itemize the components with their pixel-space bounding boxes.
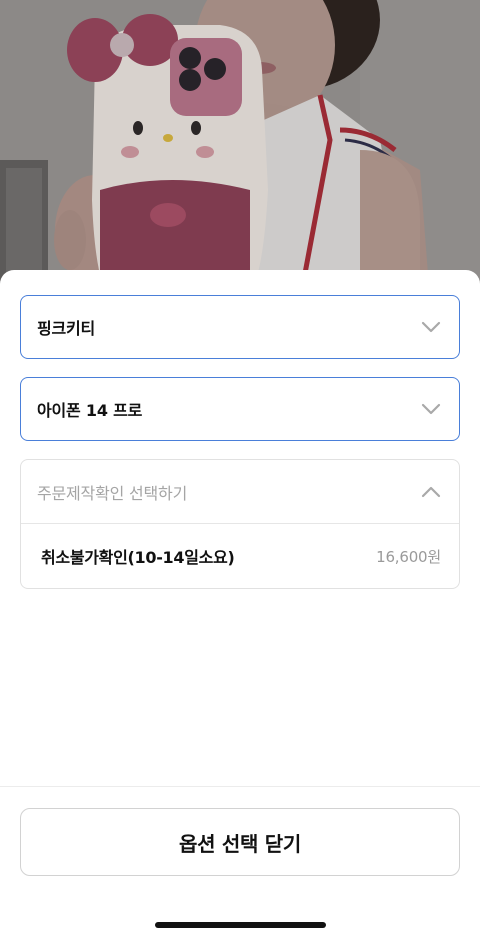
product-photo — [0, 0, 480, 300]
design-select[interactable]: 핑크키티 — [20, 295, 460, 359]
option-item-name: 취소불가확인(10-14일소요) — [41, 548, 235, 567]
design-select-value: 핑크키티 — [37, 319, 96, 338]
chevron-down-icon — [421, 321, 441, 333]
chevron-up-icon — [421, 486, 441, 498]
confirm-select-panel: 주문제작확인 선택하기 취소불가확인(10-14일소요) 16,600원 — [20, 459, 460, 589]
model-select[interactable]: 아이폰 14 프로 — [20, 377, 460, 441]
chevron-down-icon — [421, 403, 441, 415]
confirm-select-header[interactable]: 주문제작확인 선택하기 — [21, 460, 459, 524]
close-options-button[interactable]: 옵션 선택 닫기 — [20, 808, 460, 876]
option-item-price: 16,600원 — [376, 547, 441, 566]
option-sheet: 핑크키티 아이폰 14 프로 주문제작확인 선택하기 취소불가확인(10-14일… — [0, 270, 480, 938]
model-select-value: 아이폰 14 프로 — [37, 401, 143, 420]
footer-divider — [0, 786, 480, 787]
option-item[interactable]: 취소불가확인(10-14일소요) 16,600원 — [21, 524, 459, 588]
home-indicator[interactable] — [155, 922, 326, 928]
confirm-select-placeholder: 주문제작확인 선택하기 — [37, 483, 188, 503]
